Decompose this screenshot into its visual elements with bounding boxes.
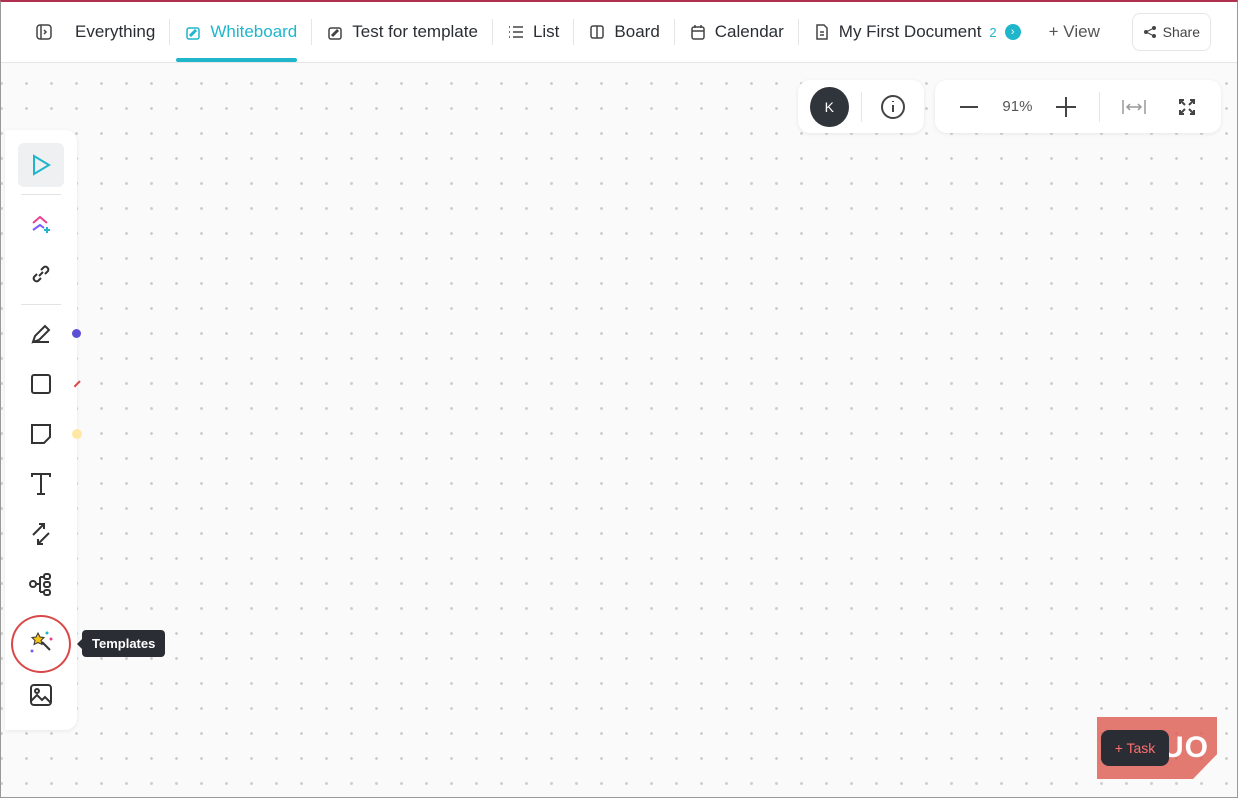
link-tool[interactable] xyxy=(18,252,64,296)
sticky-note-tool[interactable] xyxy=(18,412,64,456)
clickup-logo-icon xyxy=(32,215,50,233)
sticky-note-icon xyxy=(31,424,51,444)
tab-label: Board xyxy=(614,22,660,41)
image-icon xyxy=(30,684,52,706)
connector-icon xyxy=(32,523,50,545)
collaborators-panel: K xyxy=(798,80,924,133)
tab-list[interactable]: List xyxy=(493,2,573,62)
zoom-level: 91% xyxy=(1002,98,1033,115)
tab-my-first-document[interactable]: My First Document 2 › xyxy=(799,2,1035,62)
header: Everything Whiteboard Test for template … xyxy=(1,2,1237,63)
tab-everything[interactable]: Everything xyxy=(21,2,169,62)
pen-color-indicator xyxy=(72,329,81,338)
tab-label: Test for template xyxy=(352,22,478,41)
text-tool[interactable] xyxy=(18,462,64,506)
tab-label: My First Document xyxy=(838,22,982,41)
divider xyxy=(21,194,61,195)
zoom-panel: 91% xyxy=(935,80,1221,133)
clickup-insert-tool[interactable] xyxy=(18,202,64,246)
add-task-button[interactable]: + Task xyxy=(1101,730,1169,766)
templates-tooltip: Templates xyxy=(76,630,166,657)
tab-label: List xyxy=(532,22,560,41)
board-icon xyxy=(590,25,605,39)
fullscreen-icon[interactable] xyxy=(1167,87,1207,127)
list-icon xyxy=(508,26,523,38)
pen-icon xyxy=(31,324,51,344)
divider xyxy=(860,91,862,122)
whiteboard-canvas[interactable] xyxy=(1,63,1237,797)
image-tool[interactable] xyxy=(18,673,64,717)
tab-label: Calendar xyxy=(714,22,784,41)
square-icon xyxy=(31,374,51,394)
whiteboard-icon xyxy=(328,27,343,40)
shape-tool[interactable] xyxy=(18,362,64,406)
tab-label: Whiteboard xyxy=(210,22,298,41)
tab-board[interactable]: Board xyxy=(574,2,673,62)
share-label: Share xyxy=(1162,24,1200,40)
tab-test-for-template[interactable]: Test for template xyxy=(312,2,492,62)
select-tool[interactable] xyxy=(18,143,64,187)
whiteboard-icon xyxy=(186,27,201,40)
tab-label: Everything xyxy=(75,22,156,41)
zoom-out-icon[interactable] xyxy=(949,87,989,127)
mindmap-tool[interactable] xyxy=(18,562,64,606)
tab-whiteboard[interactable]: Whiteboard xyxy=(170,2,311,62)
avatar[interactable]: K xyxy=(810,86,849,127)
add-view-button[interactable]: + View xyxy=(1035,2,1114,62)
document-icon xyxy=(816,24,828,40)
tab-calendar[interactable]: Calendar xyxy=(675,2,798,62)
connector-tool[interactable] xyxy=(18,512,64,556)
divider xyxy=(21,304,61,305)
cursor-icon xyxy=(33,154,51,176)
add-view-label: + View xyxy=(1048,22,1100,41)
calendar-icon xyxy=(691,25,705,40)
pen-tool[interactable] xyxy=(18,312,64,356)
text-icon xyxy=(31,473,51,495)
highlight-circle xyxy=(11,615,71,673)
mindmap-icon xyxy=(29,573,51,596)
link-icon xyxy=(32,265,50,283)
sticky-color-indicator xyxy=(72,429,82,439)
info-icon[interactable] xyxy=(873,87,912,127)
divider xyxy=(1099,91,1101,122)
zoom-in-icon[interactable] xyxy=(1046,87,1086,127)
chevron-right-icon[interactable]: › xyxy=(1004,24,1021,40)
share-button[interactable]: Share xyxy=(1131,13,1211,51)
more-views-count: 2 xyxy=(989,24,997,40)
fit-width-icon[interactable] xyxy=(1114,87,1154,127)
share-icon xyxy=(1143,26,1156,38)
sidebar-toggle-icon[interactable] xyxy=(35,23,53,41)
